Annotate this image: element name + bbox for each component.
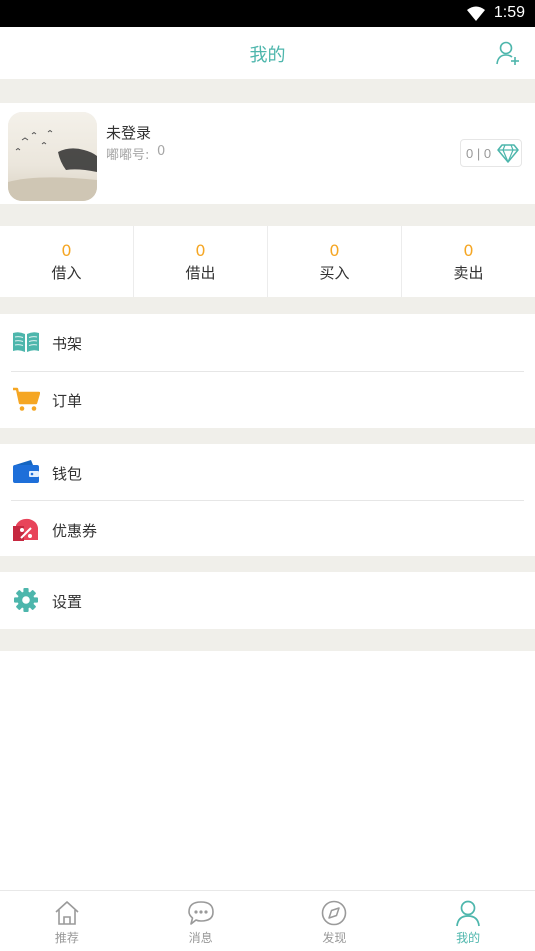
status-time: 1:59 <box>493 4 525 21</box>
stat-value: 0 <box>61 241 72 260</box>
chat-icon <box>187 901 214 925</box>
menu-label: 设置 <box>52 593 83 611</box>
stats-row: 0 借入 0 借出 0 买入 0 卖出 <box>0 226 535 297</box>
tab-messages[interactable]: 消息 <box>134 891 268 951</box>
stat-label: 借入 <box>51 264 82 282</box>
tab-mine[interactable]: 我的 <box>401 891 535 951</box>
section-divider <box>0 79 535 103</box>
coupon-icon <box>13 518 38 541</box>
dudu-label: 嘟嘟号: <box>106 148 150 163</box>
cart-icon <box>13 387 40 411</box>
wifi-icon <box>467 6 485 21</box>
stat-label: 借出 <box>185 264 216 282</box>
tab-recommend[interactable]: 推荐 <box>0 891 134 951</box>
menu-item-coupons[interactable]: 优惠券 <box>0 501 535 558</box>
username: 未登录 <box>106 124 152 142</box>
home-icon <box>55 901 79 925</box>
stat-bought[interactable]: 0 买入 <box>268 226 402 297</box>
menu-item-settings[interactable]: 设置 <box>0 572 535 629</box>
section-divider <box>0 297 535 314</box>
stat-value: 0 <box>329 241 340 260</box>
add-user-icon[interactable] <box>495 40 521 66</box>
menu-item-orders[interactable]: 订单 <box>0 371 535 428</box>
tab-label: 发现 <box>322 931 347 945</box>
menu-label: 优惠券 <box>52 522 98 540</box>
book-icon <box>13 332 39 352</box>
avatar[interactable] <box>8 112 97 201</box>
menu-item-bookshelf[interactable]: 书架 <box>0 314 535 371</box>
menu-label: 书架 <box>52 335 83 353</box>
section-divider <box>0 428 535 444</box>
menu-item-wallet[interactable]: 钱包 <box>0 444 535 501</box>
dudu-number: 0 <box>157 144 166 159</box>
bottom-tab-bar: 推荐 消息 发现 我的 <box>0 890 535 951</box>
menu-group-library: 书架 订单 <box>0 314 535 428</box>
status-bar: 1:59 <box>0 0 535 27</box>
stat-value: 0 <box>195 241 206 260</box>
page-title: 我的 <box>249 45 286 66</box>
person-icon <box>456 900 480 927</box>
stat-borrow-in[interactable]: 0 借入 <box>0 226 134 297</box>
balance-values: 0 | 0 <box>466 146 492 161</box>
wallet-icon <box>13 460 39 483</box>
header: 我的 <box>0 27 535 79</box>
balance-badge[interactable]: 0 | 0 <box>460 139 522 167</box>
stat-label: 卖出 <box>453 264 484 282</box>
section-divider <box>0 556 535 572</box>
menu-group-finance: 钱包 优惠券 <box>0 444 535 556</box>
tab-label: 我的 <box>456 931 481 945</box>
menu-group-settings: 设置 <box>0 572 535 629</box>
stat-label: 买入 <box>319 264 350 282</box>
section-divider <box>0 629 535 651</box>
gear-icon <box>14 588 38 612</box>
diamond-icon <box>497 144 519 163</box>
tab-label: 推荐 <box>54 931 79 945</box>
tab-discover[interactable]: 发现 <box>268 891 402 951</box>
menu-label: 钱包 <box>52 465 83 483</box>
stat-sold[interactable]: 0 卖出 <box>402 226 535 297</box>
profile-card[interactable]: 未登录 嘟嘟号: 0 0 | 0 <box>0 103 535 204</box>
section-divider <box>0 204 535 226</box>
compass-icon <box>322 900 347 926</box>
tab-label: 消息 <box>188 931 213 945</box>
stat-lend-out[interactable]: 0 借出 <box>134 226 268 297</box>
stat-value: 0 <box>463 241 474 260</box>
menu-label: 订单 <box>52 392 83 410</box>
